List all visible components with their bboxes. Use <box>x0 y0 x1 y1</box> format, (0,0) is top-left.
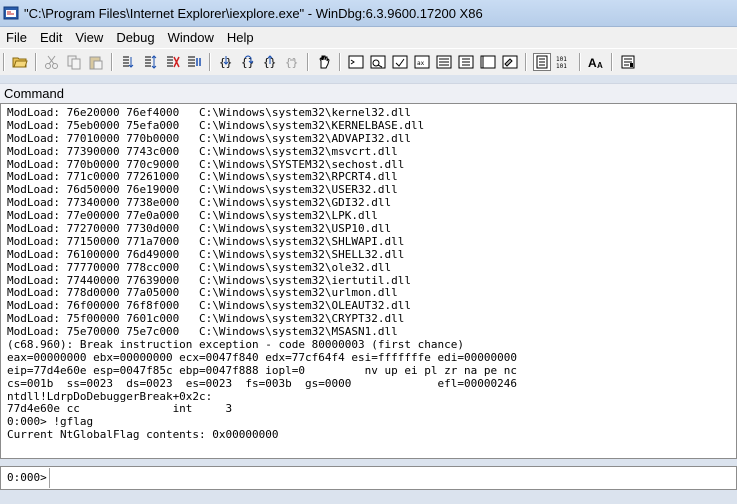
stop-debugging-icon[interactable] <box>163 53 181 71</box>
toolbar-grip <box>3 53 5 71</box>
command-window-header[interactable]: Command <box>0 83 737 104</box>
windbg-app-icon[interactable] <box>3 5 19 21</box>
output-text: ModLoad: 76e20000 76ef4000 C:\Windows\sy… <box>7 106 736 442</box>
break-icon[interactable] <box>185 53 203 71</box>
menu-edit[interactable]: Edit <box>34 27 69 48</box>
command-input-row: 0:000> <box>0 466 737 490</box>
memory-window-icon[interactable] <box>435 53 453 71</box>
font-icon[interactable]: AA <box>587 53 605 71</box>
step-out-icon[interactable]: {} <box>261 53 279 71</box>
toolbar-gap <box>0 75 737 83</box>
output-line: cs=001b ss=0023 ds=0023 es=0023 fs=003b … <box>7 376 517 390</box>
run-to-cursor-icon[interactable]: {} <box>283 53 301 71</box>
toolbar-separator <box>111 53 113 71</box>
svg-text:A: A <box>597 61 603 70</box>
svg-text:101: 101 <box>556 56 567 63</box>
window-title: "C:\Program Files\Internet Explorer\iexp… <box>24 5 483 21</box>
toolbar-separator <box>35 53 37 71</box>
toolbar-separator <box>209 53 211 71</box>
title-bar[interactable]: "C:\Program Files\Internet Explorer\iexp… <box>0 0 737 27</box>
menu-file[interactable]: File <box>0 27 34 48</box>
command-window-title: Command <box>4 86 64 101</box>
call-stack-window-icon[interactable] <box>457 53 475 71</box>
toolbar-separator <box>611 53 613 71</box>
options-icon[interactable] <box>619 53 637 71</box>
cut-icon[interactable] <box>43 53 61 71</box>
output-line: ModLoad: 75eb0000 75efa000 C:\Windows\sy… <box>7 118 425 132</box>
output-line: eax=00000000 ebx=00000000 ecx=0047f840 e… <box>7 350 517 364</box>
output-line: ModLoad: 77010000 770b0000 C:\Windows\sy… <box>7 131 411 145</box>
menu-help[interactable]: Help <box>221 27 261 48</box>
menu-bar: File Edit View Debug Window Help <box>0 27 737 48</box>
output-line: Current NtGlobalFlag contents: 0x0000000… <box>7 428 279 442</box>
toolbar: {} {} {} {} ax 101 101 AA <box>0 48 737 76</box>
copy-icon[interactable] <box>65 53 83 71</box>
step-into-icon[interactable]: {} <box>217 53 235 71</box>
toolbar-separator <box>307 53 309 71</box>
output-line: ModLoad: 77770000 778cc000 C:\Windows\sy… <box>7 260 392 274</box>
toolbar-separator <box>579 53 581 71</box>
output-line: ModLoad: 76e20000 76ef4000 C:\Windows\sy… <box>7 106 411 119</box>
menu-debug[interactable]: Debug <box>110 27 161 48</box>
scratch-pad-icon[interactable] <box>501 53 519 71</box>
svg-text:{}: {} <box>241 56 254 69</box>
toolbar-separator <box>525 53 527 71</box>
toolbar-separator <box>339 53 341 71</box>
disassembly-window-icon[interactable] <box>479 53 497 71</box>
menu-window[interactable]: Window <box>162 27 221 48</box>
output-line: ModLoad: 77150000 771a7000 C:\Windows\sy… <box>7 234 405 248</box>
open-folder-icon[interactable] <box>11 53 29 71</box>
go-icon[interactable] <box>119 53 137 71</box>
svg-text:{}: {} <box>285 56 298 69</box>
output-line: ModLoad: 77390000 7743c000 C:\Windows\sy… <box>7 144 398 158</box>
output-line: 77d4e60e cc int 3 <box>7 402 233 416</box>
svg-text:A: A <box>588 56 597 70</box>
insert-breakpoint-icon[interactable] <box>315 53 333 71</box>
step-over-icon[interactable]: {} <box>239 53 257 71</box>
hex-status-icon[interactable]: 101 101 <box>555 53 573 71</box>
restart-icon[interactable] <box>141 53 159 71</box>
output-line: (c68.960): Break instruction exception -… <box>7 338 464 352</box>
status-strip <box>0 490 737 504</box>
locals-window-icon[interactable] <box>391 53 409 71</box>
command-input[interactable] <box>49 468 736 488</box>
paste-icon[interactable] <box>87 53 105 71</box>
output-line: ModLoad: 76100000 76d49000 C:\Windows\sy… <box>7 247 405 261</box>
command-prompt: 0:000> <box>1 468 50 488</box>
menu-view[interactable]: View <box>69 27 110 48</box>
watch-window-icon[interactable] <box>369 53 387 71</box>
output-line: eip=77d4e60e esp=0047f85c ebp=0047f888 i… <box>7 363 517 377</box>
pane-splitter[interactable] <box>0 459 737 465</box>
source-mode-icon[interactable] <box>533 53 551 71</box>
output-line: ModLoad: 77270000 7730d000 C:\Windows\sy… <box>7 222 392 236</box>
command-window-icon[interactable] <box>347 53 365 71</box>
registers-window-icon[interactable]: ax <box>413 53 431 71</box>
command-output[interactable]: ModLoad: 76e20000 76ef4000 C:\Windows\sy… <box>0 103 737 459</box>
svg-text:101: 101 <box>556 63 567 70</box>
svg-text:ax: ax <box>417 60 425 67</box>
